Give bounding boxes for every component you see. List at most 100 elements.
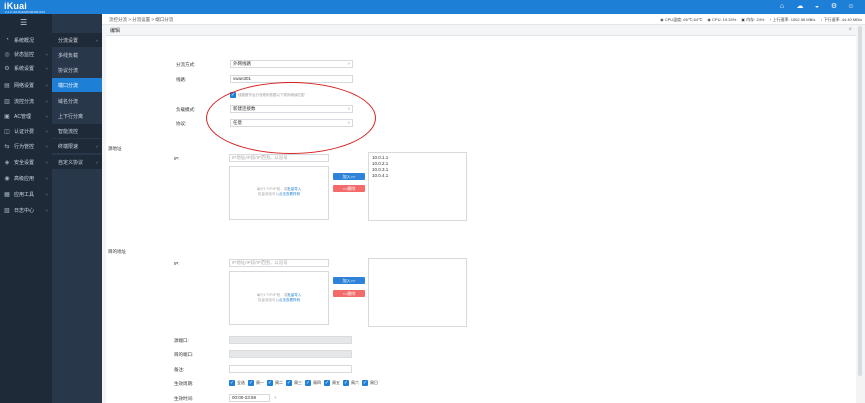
sidebar-item-security[interactable]: ◈ 安全设置 ˅ <box>0 155 52 169</box>
weekday-checkbox[interactable]: ✓ 周日 <box>362 380 378 386</box>
source-delete-button[interactable]: <<删除 <box>333 185 365 192</box>
sidebar-item-label: 系统设置 <box>14 65 35 72</box>
cloud-icon[interactable]: ☁ <box>796 3 804 11</box>
chevron-icon: ˅ <box>95 143 98 149</box>
sub-menu-label: 智能流控 <box>58 128 79 135</box>
sub-menu-label: 端口分流 <box>58 82 79 89</box>
weekday-checkbox[interactable]: ✓ 周一 <box>248 380 264 386</box>
menu-toggle-icon[interactable]: ☰ <box>20 19 29 27</box>
checkmark-icon: ✓ <box>343 380 349 386</box>
split-mode-select[interactable]: 外网线路 ˅ <box>230 60 353 68</box>
scrollbar[interactable] <box>858 26 862 376</box>
chevron-down-icon: ˅ <box>45 128 48 134</box>
sidebar-item-label: 状态监控 <box>14 51 35 58</box>
sidebar-item-label: 系统概况 <box>14 37 35 44</box>
sidebar-item-label: 认证计费 <box>14 128 35 135</box>
weekday-checkbox[interactable]: ✓ 全选 <box>229 380 245 386</box>
auth-icon: ◫ <box>4 128 10 135</box>
sub-menu-item[interactable]: 端口分流 <box>52 78 102 92</box>
sidebar-item-monitor[interactable]: ◎ 状态监控 ˅ <box>0 47 52 61</box>
dest-batch-hint: 每行1个IP/IP段，或批量导入 批量添加可以点击查看样例 <box>256 293 302 302</box>
src-port-input[interactable] <box>229 336 352 344</box>
weekday-checkbox[interactable]: ✓ 周五 <box>324 380 340 386</box>
weekday-label: 周日 <box>370 380 378 385</box>
panel-title: 编辑 <box>106 26 856 36</box>
breadcrumb: 流控分流 > 分流设置 > 端口分流 <box>109 17 174 22</box>
load-mode-label: 负载模式: <box>176 107 196 112</box>
source-address-label: 源地址 <box>108 146 122 151</box>
weekday-checkbox[interactable]: ✓ 周六 <box>343 380 359 386</box>
dest-address-label: 目的地址 <box>108 249 126 254</box>
chevron-down-icon: ˅ <box>45 98 48 104</box>
dest-address-list[interactable] <box>368 258 467 327</box>
dest-ip-label: IP: <box>174 261 180 266</box>
sidebar-item-traffic[interactable]: ▥ 流控分流 ˅ <box>0 94 52 108</box>
weekday-checkbox[interactable]: ✓ 周四 <box>305 380 321 386</box>
dest-ip-input[interactable]: IP地址/IP段/IP范围，以逗号 <box>229 259 329 267</box>
sub-menu-item[interactable]: 分流设置 ˄ <box>52 33 102 47</box>
example-link[interactable]: 点击查看样例 <box>279 192 300 196</box>
weekday-label: 周五 <box>332 380 340 385</box>
sidebar-item-auth[interactable]: ◫ 认证计费 ˅ <box>0 124 52 138</box>
split-mode-label: 分流方式: <box>176 62 196 67</box>
sidebar-item-behavior[interactable]: ⇆ 行为管控 ˅ <box>0 139 52 153</box>
chevron-down-icon: ˅ <box>45 191 48 197</box>
sub-menu-label: 自定义协议 <box>58 159 84 166</box>
source-address-list[interactable]: 10.0.1.1 10.0.2.1 10.0.3.1 10.0.4.1 <box>368 152 467 221</box>
system-stats: ◉ CPU温度: 65℃,64℃ ◉ CPU: 19.33% ▣ 内存: 24%… <box>660 17 862 23</box>
sidebar-item-gear[interactable]: ⚙ 系统设置 ˅ <box>0 61 52 75</box>
weekday-label: 周一 <box>256 380 264 385</box>
sub-menu-item[interactable]: 域名分流 <box>52 94 102 108</box>
list-item[interactable]: 10.0.4.1 <box>372 173 463 179</box>
chevron-down-icon: ˅ <box>45 159 48 165</box>
sidebar-item-ac[interactable]: ▣ AC管理 ˅ <box>0 109 52 123</box>
dst-port-input[interactable] <box>229 350 352 358</box>
source-add-button[interactable]: 加入>> <box>333 173 365 180</box>
sidebar-item-label: AC管理 <box>14 113 31 120</box>
weekday-checkbox[interactable]: ✓ 周二 <box>267 380 283 386</box>
sidebar-item-advanced[interactable]: ◉ 高级应用 ˅ <box>0 171 52 185</box>
sub-menu-item[interactable]: 协议分流 <box>52 63 102 77</box>
batch-import-link[interactable]: 批量导入 <box>287 293 301 297</box>
time-input[interactable]: 00:00-23:59 <box>229 394 270 402</box>
gear-icon: ⚙ <box>4 65 10 72</box>
chevron-down-icon: ˅ <box>45 65 48 71</box>
add-time-button[interactable]: + <box>274 395 277 400</box>
sidebar-item-label: 网络设置 <box>14 82 35 89</box>
sub-menu-item[interactable]: 终端限速 ˅ <box>52 139 102 153</box>
sidebar-item-label: 日志中心 <box>14 207 35 214</box>
chevron-down-icon: ˅ <box>347 61 350 66</box>
batch-import-link[interactable]: 批量导入 <box>287 187 301 191</box>
dest-delete-button[interactable]: <<删除 <box>333 290 365 297</box>
dashboard-icon: ◔ <box>5 37 9 43</box>
chevron-down-icon: ˅ <box>45 113 48 119</box>
chevron-down-icon: ˅ <box>45 207 48 213</box>
home-icon[interactable]: ⌂ <box>778 3 786 11</box>
sub-menu-item[interactable]: 自定义协议 ˅ <box>52 155 102 169</box>
notification-icon[interactable]: ◒ <box>813 3 821 11</box>
chevron-down-icon: ˅ <box>45 143 48 149</box>
source-ip-input[interactable]: IP地址/IP段/IP范围，以逗号 <box>229 154 329 162</box>
network-icon: ▤ <box>4 82 10 89</box>
settings-icon[interactable]: ⚙ <box>830 3 838 11</box>
close-icon[interactable]: × <box>848 27 852 33</box>
sidebar-item-tools[interactable]: ▦ 应用工具 ˅ <box>0 187 52 201</box>
user-icon[interactable]: ☺ <box>847 3 855 11</box>
sidebar-item-log[interactable]: ▧ 日志中心 ˅ <box>0 203 52 217</box>
sub-menu-item[interactable]: 上下行分离 <box>52 109 102 123</box>
sub-menu-label: 终端限速 <box>58 143 79 150</box>
weekday-checkbox[interactable]: ✓ 周三 <box>286 380 302 386</box>
dest-add-button[interactable]: 加入>> <box>333 277 365 284</box>
sub-menu-item[interactable]: 智能流控 <box>52 124 102 138</box>
sidebar-item-label: 应用工具 <box>14 191 35 198</box>
sidebar-item-label: 安全设置 <box>14 159 35 166</box>
time-label: 生效时间: <box>174 396 194 401</box>
sub-menu-item[interactable]: 多线负载 <box>52 48 102 62</box>
remark-input[interactable] <box>229 365 352 373</box>
sidebar-item-dashboard[interactable]: ◔ 系统概况 <box>0 33 52 47</box>
sidebar-item-network[interactable]: ▤ 网络设置 ˅ <box>0 78 52 92</box>
example-link[interactable]: 点击查看样例 <box>279 298 300 302</box>
advanced-icon: ◉ <box>4 175 10 182</box>
source-ip-label: IP: <box>174 156 180 161</box>
line-label: 线路: <box>176 77 187 82</box>
